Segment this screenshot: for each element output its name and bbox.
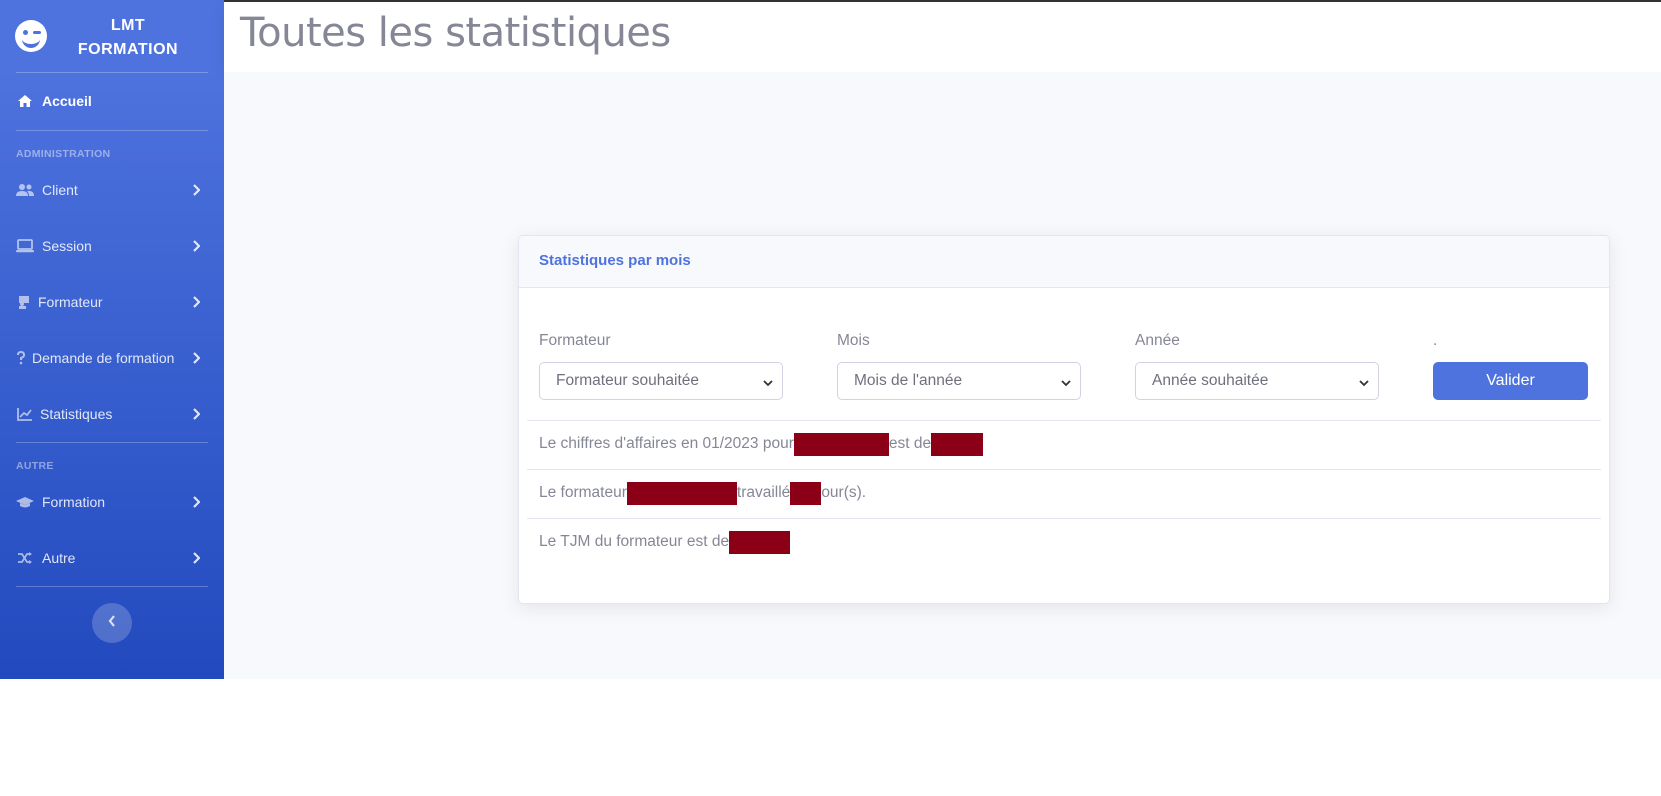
chevron-right-icon — [188, 350, 204, 366]
sidebar-item-label: Accueil — [42, 93, 92, 109]
chevron-right-icon — [188, 182, 204, 198]
sidebar-item-session[interactable]: Session — [0, 226, 224, 266]
stat-text: Le TJM du formateur est de — [539, 533, 730, 550]
formateur-select[interactable]: Formateur souhaitée — [539, 362, 783, 400]
sidebar-toggle-button[interactable] — [92, 603, 132, 643]
row-divider — [527, 469, 1601, 470]
chevron-down-icon — [1060, 376, 1072, 388]
wink-smile-icon — [15, 20, 47, 52]
stat-line-formateur-travail: Le formateur travaillé our(s). — [539, 481, 866, 505]
card-title: Statistiques par mois — [539, 252, 691, 269]
chevron-right-icon — [188, 406, 204, 422]
sidebar-divider — [16, 586, 208, 587]
redacted-value — [793, 432, 889, 456]
chevron-down-icon — [1358, 376, 1370, 388]
chevron-right-icon — [188, 494, 204, 510]
stat-text: est de — [888, 435, 932, 452]
chevron-left-icon — [108, 614, 116, 632]
sidebar-item-label: Demande de formation — [32, 350, 175, 366]
mois-select-value: Mois de l'année — [854, 372, 963, 389]
redacted-value — [931, 432, 984, 456]
sidebar-item-label: Formateur — [38, 294, 103, 310]
stat-text: Le chiffres d'affaires en 01/2023 pour — [539, 435, 794, 452]
random-icon — [16, 550, 34, 566]
brand[interactable]: LMT FORMATION — [0, 0, 224, 72]
annee-select[interactable]: Année souhaitée — [1135, 362, 1379, 400]
chevron-right-icon — [188, 294, 204, 310]
row-divider — [527, 518, 1601, 519]
graduation-cap-icon — [16, 494, 34, 510]
annee-select-value: Année souhaitée — [1152, 372, 1269, 389]
valider-button[interactable]: Valider — [1433, 362, 1588, 400]
sidebar: LMT FORMATION Accueil ADMINISTRATION Cli… — [0, 0, 224, 679]
brand-line-1: LMT — [110, 17, 146, 34]
brand-line-2: FORMATION — [77, 41, 179, 58]
formateur-label: Formateur — [539, 332, 611, 349]
topbar: Toutes les statistiques — [224, 2, 1661, 72]
sidebar-item-label: Formation — [42, 494, 106, 510]
sidebar-item-demande-de-formation[interactable]: Demande de formation — [0, 338, 224, 378]
sidebar-item-label: Session — [42, 238, 92, 254]
chevron-right-icon — [188, 238, 204, 254]
sidebar-item-client[interactable]: Client — [0, 170, 224, 210]
sidebar-item-label: Client — [42, 182, 78, 198]
users-icon — [16, 182, 34, 198]
sidebar-item-autre[interactable]: Autre — [0, 538, 224, 578]
sidebar-divider — [16, 442, 208, 443]
stat-text: travaillé — [736, 484, 791, 501]
row-divider — [527, 420, 1601, 421]
formateur-select-value: Formateur souhaitée — [556, 372, 700, 389]
stat-line-chiffre-affaires: Le chiffres d'affaires en 01/2023 pour e… — [539, 432, 984, 456]
mois-select[interactable]: Mois de l'année — [837, 362, 1081, 400]
sidebar-item-formation[interactable]: Formation — [0, 482, 224, 522]
sidebar-item-statistiques[interactable]: Statistiques — [0, 394, 224, 434]
sidebar-item-label: Statistiques — [40, 406, 113, 422]
sidebar-heading-administration: ADMINISTRATION — [16, 148, 111, 160]
sidebar-item-label: Autre — [42, 550, 76, 566]
app-container: LMT FORMATION Accueil ADMINISTRATION Cli… — [0, 0, 1661, 679]
sidebar-heading-autre: AUTRE — [16, 460, 54, 472]
question-icon — [16, 350, 26, 366]
card-header: Statistiques par mois — [519, 236, 1609, 288]
sidebar-divider — [16, 130, 208, 131]
chevron-right-icon — [188, 550, 204, 566]
sidebar-item-formateur[interactable]: Formateur — [0, 282, 224, 322]
sidebar-item-accueil[interactable]: Accueil — [0, 81, 224, 121]
stat-text: our(s). — [821, 484, 867, 501]
home-icon — [16, 93, 34, 109]
sidebar-divider — [16, 72, 208, 73]
stat-text: Le formateur — [539, 484, 627, 501]
redacted-value — [790, 481, 822, 505]
mois-label: Mois — [837, 332, 870, 349]
stat-line-tjm: Le TJM du formateur est de — [539, 530, 791, 554]
chalkboard-teacher-icon — [16, 294, 34, 310]
stats-card: Statistiques par mois Formateur Formateu… — [518, 235, 1610, 604]
brand-name: LMT FORMATION — [64, 14, 192, 62]
redacted-value — [729, 530, 791, 554]
page-title: Toutes les statistiques — [240, 10, 671, 56]
submit-label: . — [1433, 332, 1438, 349]
annee-label: Année — [1135, 332, 1180, 349]
chart-line-icon — [16, 406, 34, 422]
laptop-icon — [16, 238, 34, 254]
redacted-value — [626, 481, 737, 505]
chevron-down-icon — [762, 376, 774, 388]
